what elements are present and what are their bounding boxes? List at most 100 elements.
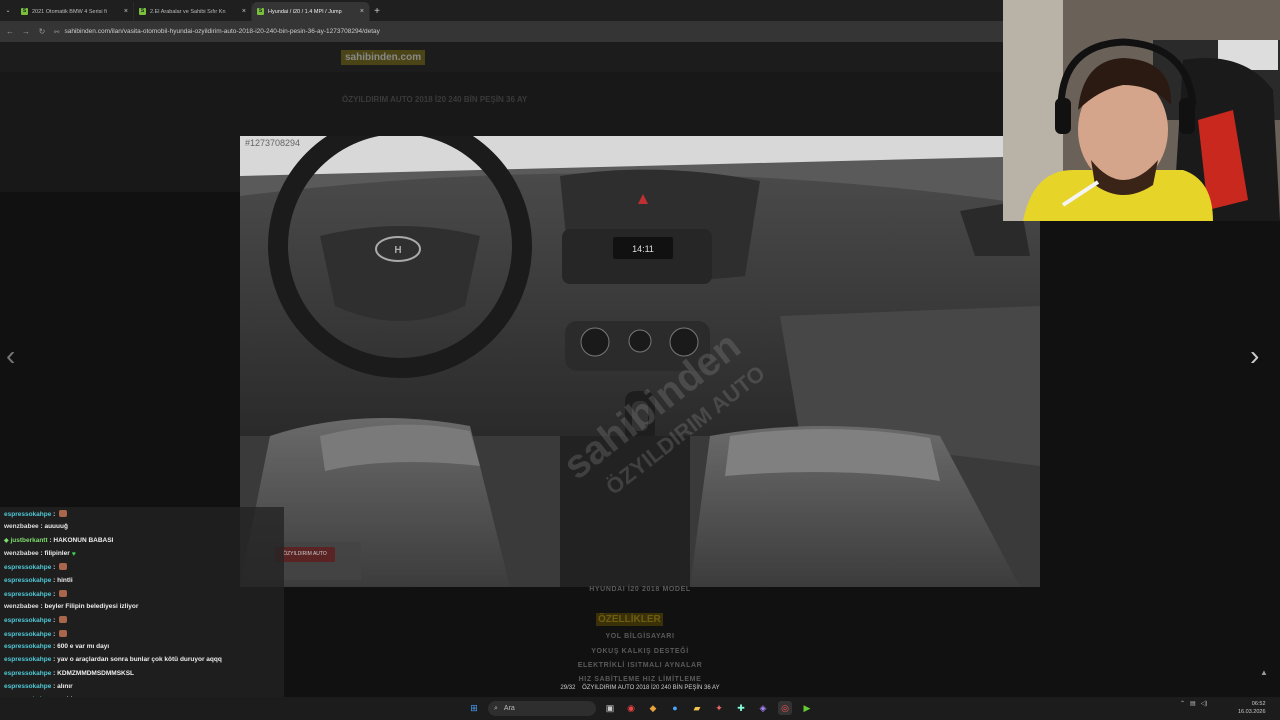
listing-title: ÖZYILDIRIM AUTO 2018 İ20 240 BİN PEŞİN 3… (342, 95, 528, 104)
photo-id-label: #1273708294 (245, 138, 301, 148)
chat-message: espressokahpe : (4, 510, 68, 518)
task-view-icon[interactable]: ▣ (603, 701, 617, 715)
chat-username[interactable]: espressokahpe (4, 656, 51, 663)
chat-text: yav o araçlardan sonra bunlar çok kötü d… (57, 656, 222, 664)
emote-icon (59, 629, 68, 637)
chat-username[interactable]: espressokahpe (4, 683, 51, 690)
photo-caption: ÖZYILDIRIM AUTO 2018 İ20 240 BİN PEŞİN 3… (582, 685, 720, 691)
emote-icon (59, 589, 68, 597)
tab-title: 2021 Otomatik BMW 4 Serisi fi (32, 8, 107, 15)
system-tray: ⌃ ▤ ◁) (1180, 700, 1207, 707)
chrome-icon[interactable]: ◎ (778, 701, 792, 715)
next-photo-button[interactable]: › (1250, 340, 1274, 372)
chat-username[interactable]: justberkantt (10, 537, 47, 544)
tab-bmw[interactable]: S 2021 Otomatik BMW 4 Serisi fi × (16, 2, 134, 21)
listing-photo: 14:11 H sahibinden ÖZYILDIRIM AUTO (240, 136, 1040, 587)
chat-username[interactable]: espressokahpe (4, 643, 51, 650)
emote-icon (59, 563, 68, 571)
chat-username[interactable]: espressokahpe (4, 577, 51, 584)
chevron-up-icon[interactable]: ⌃ (1180, 700, 1185, 707)
chat-message: wenzbabee : beyler Filipin belediyesi iz… (4, 603, 139, 611)
site-header (0, 42, 1003, 72)
tab-close-icon[interactable]: × (124, 8, 128, 15)
previous-photo-button[interactable]: ‹ (6, 340, 30, 372)
volume-icon[interactable]: ◁) (1201, 700, 1208, 707)
chat-username[interactable]: espressokahpe (4, 564, 51, 571)
chat-username[interactable]: wenzbabee (4, 603, 39, 610)
thumbnail-label: ÖZYILDIRIM AUTO (275, 547, 335, 562)
chat-username[interactable]: wenzbabee (4, 550, 39, 557)
heart-emote-icon: ♥ (71, 550, 76, 558)
chat-text: hintli (57, 576, 73, 584)
chat-username[interactable]: espressokahpe (4, 617, 51, 624)
chat-message: espressokahpe : (4, 629, 68, 638)
svg-text:H: H (394, 245, 401, 256)
chat-message: espressokahpe : yav o araçlardan sonra b… (4, 656, 222, 664)
chat-username[interactable]: espressokahpe (4, 511, 51, 518)
tab-title: Hyundai / i20 / 1.4 MPI / Jump (268, 8, 342, 15)
emote-icon (59, 510, 68, 517)
chat-username[interactable]: espressokahpe (4, 631, 51, 638)
back-icon[interactable]: ← (6, 27, 14, 36)
app-icon[interactable]: ✚ (734, 701, 748, 715)
chat-username[interactable]: espressokahpe (4, 670, 51, 677)
webcam-feed-image (1003, 0, 1280, 221)
chat-message: espressokahpe : (4, 616, 68, 624)
tab-arabalar[interactable]: S 2.El Arabalar ve Sahibi Sıfır Kn × (134, 2, 252, 21)
car-interior-image: 14:11 H sahibinden ÖZYILDIRIM AUTO (240, 136, 1040, 587)
radio-display-time: 14:11 (632, 244, 654, 254)
chat-message: ◆ justberkantt : HAKONUN BABASI (4, 536, 114, 544)
site-logo: sahibinden.com (341, 50, 426, 65)
tab-bar: ⌄ S 2021 Otomatik BMW 4 Serisi fi × S 2.… (0, 0, 1003, 21)
sahibinden-favicon-icon: S (21, 8, 28, 15)
forward-icon[interactable]: → (22, 27, 30, 36)
chat-text: alınır (57, 682, 73, 690)
chat-username[interactable]: espressokahpe (4, 591, 51, 598)
taskbar-clock[interactable]: 06:52 16.03.2026 (1238, 700, 1266, 716)
sahibinden-favicon-icon: S (139, 8, 146, 15)
feature-item: YOKUŞ KALKIŞ DESTEĞİ (591, 648, 689, 655)
edge-icon[interactable]: ● (668, 701, 682, 715)
app-icon[interactable]: ◈ (756, 701, 770, 715)
clock-date: 16.03.2026 (1238, 709, 1266, 715)
taskbar-search-field[interactable]: ⌕ Ara (488, 701, 596, 716)
chat-text: HAKONUN BABASI (53, 536, 114, 544)
site-info-icon[interactable]: ⚯ (54, 28, 59, 36)
chat-message: espressokahpe : alınır (4, 682, 73, 690)
network-icon[interactable]: ▤ (1190, 700, 1196, 707)
new-tab-button[interactable]: + (370, 2, 384, 21)
badge-icon: ◆ (4, 537, 9, 544)
start-menu-icon[interactable]: ⊞ (467, 701, 481, 715)
url-text: sahibinden.com/ilan/vasita-otomobil-hyun… (64, 28, 380, 35)
emote-icon (59, 616, 68, 624)
chat-message: espressokahpe : KDMZMMDMSDMMSKSL (4, 669, 135, 677)
search-placeholder: Ara (503, 705, 515, 712)
stream-chat: espressokahpe : wenzbabee : auuuuğ ◆ just… (0, 507, 284, 720)
features-heading: ÖZELLİKLER (596, 613, 663, 626)
tab-close-icon[interactable]: × (242, 8, 246, 15)
chat-text: beyler Filipin belediyesi izliyor (44, 603, 139, 611)
chat-message: espressokahpe : (4, 563, 68, 571)
tab-hyundai-i20[interactable]: S Hyundai / i20 / 1.4 MPI / Jump × (252, 2, 370, 21)
app-icon[interactable]: ◉ (624, 701, 638, 715)
chat-username[interactable]: wenzbabee (4, 523, 39, 530)
clock-time: 06:52 (1251, 701, 1266, 707)
nvidia-icon[interactable]: ▶ (800, 701, 814, 715)
file-explorer-icon[interactable]: ▰ (690, 701, 704, 715)
tab-close-icon[interactable]: × (360, 8, 364, 15)
feature-item: ELEKTRİKLİ ISITMALI AYNALAR (577, 662, 703, 669)
photo-counter: 29/32 (560, 685, 576, 691)
tab-search-icon[interactable]: ⌄ (0, 2, 16, 21)
scroll-to-top-icon[interactable]: ▲ (1258, 667, 1270, 679)
app-icon[interactable]: ✦ (712, 701, 726, 715)
feature-item: YOL BİLGİSAYARI (605, 633, 675, 640)
chat-message: espressokahpe : hintli (4, 576, 73, 584)
address-bar: ← → ↻ ⚯ sahibinden.com/ilan/vasita-otomo… (0, 21, 1003, 42)
url-field[interactable]: ⚯ sahibinden.com/ilan/vasita-otomobil-hy… (54, 28, 380, 36)
reload-icon[interactable]: ↻ (38, 27, 46, 36)
chat-message: espressokahpe : 600 e var mı dayı (4, 643, 110, 650)
photo-caption-bar: 29/32 ÖZYILDIRIM AUTO 2018 İ20 240 BİN P… (240, 681, 1040, 695)
app-icon[interactable]: ◆ (646, 701, 660, 715)
chat-text: auuuuğ (44, 523, 68, 531)
description-line: HYUNDAI İ20 2018 MODEL (589, 586, 691, 593)
